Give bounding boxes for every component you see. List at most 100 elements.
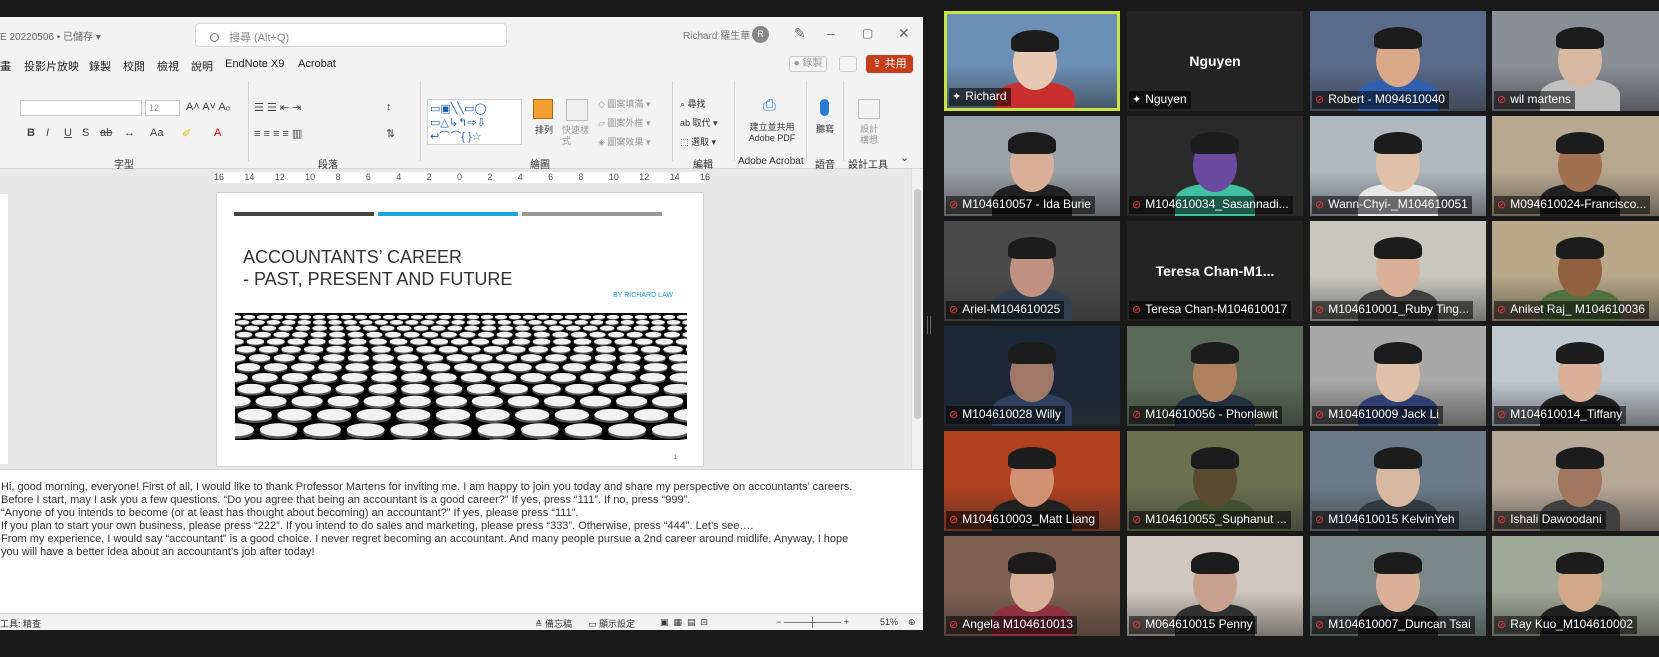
- strikethrough-button[interactable]: ab: [100, 127, 112, 139]
- shadow-button[interactable]: S: [82, 127, 89, 139]
- shared-screen-window: E 20220506 • 已儲存 ▾ 搜尋 (Alt+Q) Richard 羅生…: [0, 17, 923, 630]
- participant-name-label: ✦ Richard: [949, 88, 1011, 106]
- tab-draw[interactable]: 畫: [0, 58, 11, 74]
- shapes-gallery[interactable]: ▭▣╲╲▭◯ ▭△↳↰⇨⇩ ↩⌒⌒{ }☆: [427, 99, 522, 145]
- select-button[interactable]: ⬚ 選取 ▾: [680, 137, 716, 148]
- share-button[interactable]: ⇪ 共用: [866, 55, 913, 73]
- participant-tile[interactable]: ⊘ Robert - M094610040: [1310, 11, 1486, 111]
- quick-styles-icon[interactable]: [566, 99, 588, 121]
- bold-button[interactable]: B: [27, 127, 35, 139]
- participant-tile[interactable]: ⊘ M104610001_Ruby Ting...: [1310, 221, 1486, 321]
- slide-thumbnail[interactable]: ACCOUNTANTS’ CAREER - PAST, PRESENT AND …: [216, 192, 704, 467]
- speaker-notes-pane[interactable]: Hi, good morning, everyone! First of all…: [0, 469, 923, 630]
- line-spacing-icon[interactable]: ↕: [386, 101, 392, 113]
- participant-tile[interactable]: ⊘ Ray Kuo_M104610002: [1492, 536, 1659, 636]
- text-direction-icon[interactable]: ⇅: [386, 127, 395, 140]
- participant-tile[interactable]: ⊘ M104610057 - Ida Burie: [944, 116, 1120, 216]
- create-pdf-icon[interactable]: ⎙: [763, 97, 776, 115]
- replace-button[interactable]: ab 取代 ▾: [680, 118, 718, 129]
- tab-review[interactable]: 校閱: [123, 58, 145, 74]
- create-pdf-label[interactable]: 建立並共用 Adobe PDF: [744, 122, 800, 144]
- arrange-icon[interactable]: [533, 99, 553, 119]
- zoom-slider[interactable]: − ────┼──── +: [776, 617, 849, 627]
- tab-slideshow[interactable]: 投影片放映: [24, 58, 79, 74]
- participant-tile[interactable]: ⊘ wil martens: [1492, 11, 1659, 111]
- shape-effects[interactable]: ◈ 圖案效果 ▾: [598, 137, 650, 148]
- participant-tile[interactable]: ⊘ M104610028 Willy: [944, 326, 1120, 426]
- participant-tile[interactable]: ⊘ Angela M104610013: [944, 536, 1120, 636]
- change-case-icon[interactable]: Aa: [150, 127, 163, 139]
- highlight-icon[interactable]: ✐: [182, 127, 191, 140]
- fit-slide-icon[interactable]: ⊕: [908, 617, 916, 628]
- font-family-select[interactable]: [20, 100, 142, 116]
- tab-view[interactable]: 檢視: [157, 58, 179, 74]
- font-size-select[interactable]: 12: [145, 100, 180, 116]
- separator: [420, 81, 421, 161]
- slide-accent-bar: [378, 212, 518, 216]
- participant-tile[interactable]: ⊘ M104610015 KelvinYeh: [1310, 431, 1486, 531]
- participant-tile[interactable]: ⊘ M104610003_Matt Liang: [944, 431, 1120, 531]
- participant-tile[interactable]: ⊘ Ishali Dawoodani: [1492, 431, 1659, 531]
- participant-tile[interactable]: ⊘ M104610014_Tiffany: [1492, 326, 1659, 426]
- minimize-button[interactable]: –: [827, 24, 835, 42]
- tab-record[interactable]: 錄製: [89, 58, 111, 74]
- participant-tile[interactable]: Nguyen ✦ Nguyen: [1127, 11, 1303, 111]
- document-title[interactable]: E 20220506 • 已儲存 ▾: [0, 28, 101, 43]
- avatar[interactable]: R: [752, 26, 769, 43]
- char-spacing-icon[interactable]: ↔: [124, 127, 135, 139]
- align-icons[interactable]: ≡ ≡ ≡ ≡ ▥: [254, 127, 302, 140]
- participant-tile[interactable]: ⊘ M094610024-Francisco...: [1492, 116, 1659, 216]
- tab-endnote[interactable]: EndNote X9: [225, 58, 284, 70]
- microphone-icon[interactable]: [820, 99, 829, 116]
- font-grow-icon[interactable]: A˄ A˅ Aₒ: [186, 101, 230, 113]
- split-divider[interactable]: [927, 316, 931, 334]
- participant-tile[interactable]: ⊘ M104610056 - Phonlawit: [1127, 326, 1303, 426]
- record-button[interactable]: ● 錄製: [789, 56, 827, 72]
- participant-tile[interactable]: ⊘ Ariel-M104610025: [944, 221, 1120, 321]
- participant-tile[interactable]: ⊘ Aniket Raj_ M104610036: [1492, 221, 1659, 321]
- underline-button[interactable]: U: [64, 127, 72, 139]
- tab-help[interactable]: 說明: [191, 58, 213, 74]
- ruler-tick: 16: [214, 172, 225, 182]
- participant-tile[interactable]: ⊘ M104610055_Suphanut ...: [1127, 431, 1303, 531]
- dictate-label[interactable]: 聽寫: [816, 124, 834, 135]
- shape-outline[interactable]: ▱ 圖案外框 ▾: [598, 118, 650, 129]
- font-color-icon[interactable]: A: [214, 127, 221, 139]
- ribbon: 12 A˄ A˅ Aₒ B I U S ab ↔ Aa ✐ A 字型 ☰ ☰ ⇤…: [0, 77, 923, 171]
- find-button[interactable]: ⌕ 尋找: [680, 99, 706, 110]
- ruler-tick: 12: [639, 172, 650, 182]
- participant-tile[interactable]: ✦ Richard: [944, 11, 1120, 111]
- participant-tile[interactable]: ⊘ M104610009 Jack Li: [1310, 326, 1486, 426]
- participant-tile[interactable]: ⊘ M104610034_Sasannadi...: [1127, 116, 1303, 216]
- pen-icon[interactable]: ✎: [794, 24, 806, 42]
- search-box[interactable]: 搜尋 (Alt+Q): [195, 23, 507, 47]
- participant-tile[interactable]: ⊘ Wann-Chyi-_M104610051: [1310, 116, 1486, 216]
- designer-label[interactable]: 設計 構想: [860, 124, 882, 146]
- display-settings-button[interactable]: ▭ 顯示設定: [588, 617, 635, 630]
- comment-button[interactable]: [839, 56, 857, 72]
- participant-tile[interactable]: ⊘ M104610007_Duncan Tsai: [1310, 536, 1486, 636]
- notes-button[interactable]: ≙ 備忘稿: [535, 617, 572, 630]
- video-person-hair: [1008, 132, 1056, 154]
- close-button[interactable]: ✕: [898, 24, 910, 42]
- arrange-label[interactable]: 排列: [535, 125, 553, 136]
- bullets-icon[interactable]: ☰ ☰ ⇤ ⇥: [254, 101, 301, 114]
- zoom-level[interactable]: 51%: [880, 617, 898, 627]
- shape-fill[interactable]: ◇ 圖案填滿 ▾: [598, 99, 650, 110]
- collapse-ribbon-icon[interactable]: ⌄: [900, 151, 909, 164]
- italic-button[interactable]: I: [46, 127, 49, 139]
- participant-tile[interactable]: ⊘ M064610015 Penny: [1127, 536, 1303, 636]
- maximize-button[interactable]: ▢: [862, 24, 873, 42]
- designer-icon[interactable]: [858, 99, 880, 119]
- scrollbar-thumb[interactable]: [914, 189, 921, 419]
- tab-acrobat[interactable]: Acrobat: [298, 58, 336, 70]
- participant-name: Robert - M094610040: [1328, 92, 1445, 106]
- participant-tile[interactable]: Teresa Chan-M1... ⊘ Teresa Chan-M104610017: [1127, 221, 1303, 321]
- participant-name: Richard: [965, 89, 1007, 103]
- vertical-scrollbar[interactable]: [911, 169, 923, 469]
- participant-name-label: ⊘ Ray Kuo_M104610002: [1494, 616, 1637, 634]
- video-person-hair: [1008, 552, 1056, 574]
- view-buttons[interactable]: ▣ ▦ ▤ ⊟: [660, 617, 708, 628]
- participant-name-label: ⊘ Ariel-M104610025: [946, 301, 1065, 319]
- quick-styles-label[interactable]: 快速樣式: [562, 125, 594, 147]
